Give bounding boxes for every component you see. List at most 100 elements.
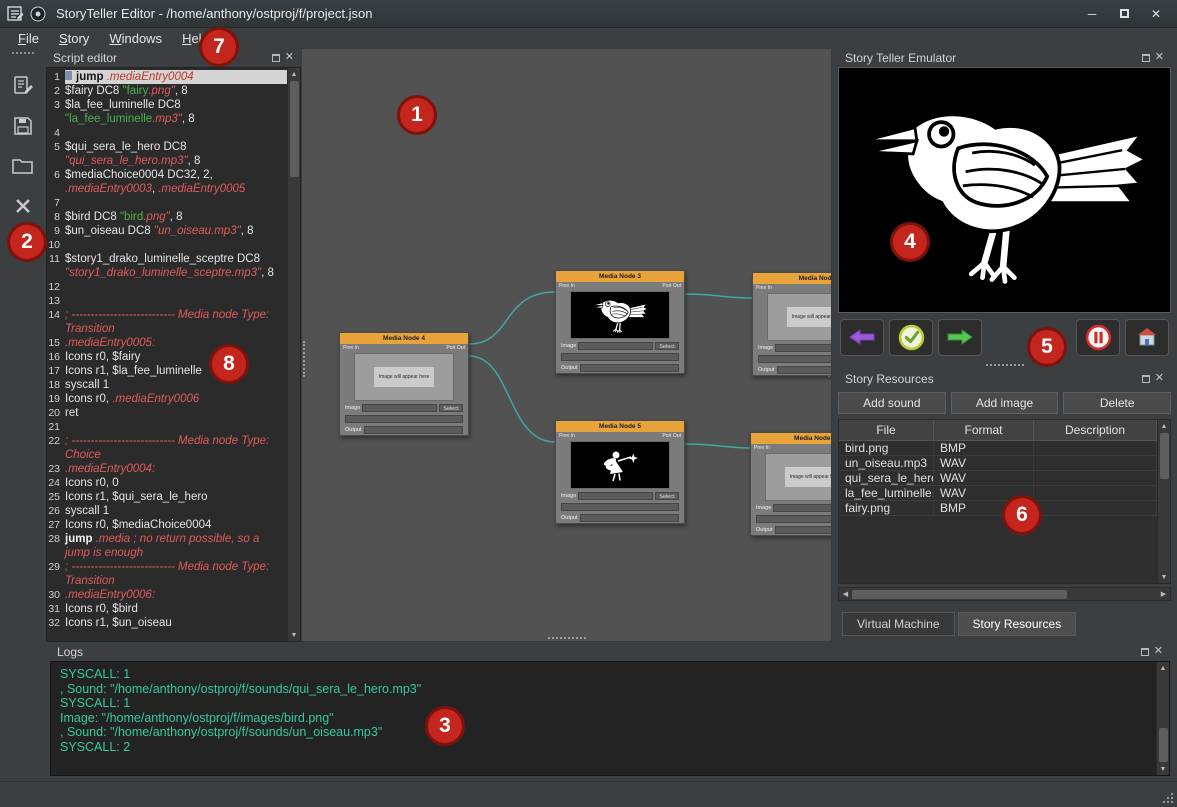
float-panel-icon[interactable] [272, 54, 280, 62]
code-line[interactable]: 16Icons r0, $fairy [47, 350, 287, 364]
media-node[interactable]: Media Node 4Prev InPort OutImage will ap… [339, 332, 469, 436]
add-image-button[interactable]: Add image [951, 392, 1059, 414]
scrollbar-thumb[interactable] [1159, 728, 1168, 762]
code-line[interactable]: 12 [47, 280, 287, 294]
column-header-description[interactable]: Description [1034, 420, 1157, 440]
close-panel-icon[interactable]: ✕ [1154, 647, 1163, 656]
maximize-button[interactable] [1109, 3, 1139, 25]
code-line[interactable]: 25Icons r1, $qui_sera_le_hero [47, 490, 287, 504]
code-line[interactable]: 2$fairy DC8 "fairy.png", 8 [47, 84, 287, 98]
media-node[interactable]: Media NodePrev InPort OutImage will appe… [752, 272, 832, 376]
resources-scrollbar[interactable]: ▲ ▼ [1157, 420, 1170, 583]
delete-button[interactable]: Delete [1063, 392, 1171, 414]
resources-hscrollbar[interactable]: ◀ ▶ [838, 587, 1171, 601]
code-line[interactable]: 10 [47, 238, 287, 252]
code-line[interactable]: 7 [47, 196, 287, 210]
splitter-handle[interactable] [986, 364, 1024, 366]
scroll-up-icon[interactable]: ▲ [1158, 420, 1170, 432]
splitter-handle-bottom[interactable] [548, 637, 586, 639]
code-line[interactable]: 8$bird DC8 "bird.png", 8 [47, 210, 287, 224]
resource-row[interactable]: qui_sera_le_hero.mp3WAV [839, 471, 1157, 486]
code-line[interactable]: 27Icons r0, $mediaChoice0004 [47, 518, 287, 532]
code-line[interactable]: 24Icons r0, 0 [47, 476, 287, 490]
tab-story-resources[interactable]: Story Resources [958, 612, 1077, 636]
home-button[interactable] [1125, 319, 1169, 356]
save-button[interactable] [7, 112, 39, 140]
code-line[interactable]: 9$un_oiseau DC8 "un_oiseau.mp3", 8 [47, 224, 287, 238]
code-line[interactable]: 15.mediaEntry0005: [47, 336, 287, 350]
resource-row[interactable]: la_fee_luminelle.mp3WAV [839, 486, 1157, 501]
back-button[interactable] [840, 319, 884, 356]
resource-row[interactable]: fairy.pngBMP [839, 501, 1157, 516]
open-button[interactable] [7, 152, 39, 180]
media-node[interactable]: Media Node 5Prev InPort OutImageSelectOu… [555, 420, 685, 524]
code-line[interactable]: 30.mediaEntry0006: [47, 588, 287, 602]
media-node[interactable]: Media Node 3Prev InPort OutImageSelectOu… [555, 270, 685, 374]
scrollbar-thumb[interactable] [1160, 433, 1169, 479]
minimize-button[interactable]: ─ [1077, 3, 1107, 25]
title-bar[interactable]: StoryTeller Editor - /home/anthony/ostpr… [0, 0, 1177, 28]
new-script-button[interactable] [7, 72, 39, 100]
scroll-down-icon[interactable]: ▼ [288, 629, 300, 641]
close-panel-icon[interactable]: ✕ [1155, 53, 1164, 62]
close-button[interactable]: ✕ [1141, 3, 1171, 25]
code-line[interactable]: 26syscall 1 [47, 504, 287, 518]
script-editor-code[interactable]: 1jump .mediaEntry00042$fairy DC8 "fairy.… [47, 68, 287, 641]
code-line[interactable]: 29; --------------------------- Media no… [47, 560, 287, 588]
code-line[interactable]: 13 [47, 294, 287, 308]
scroll-down-icon[interactable]: ▼ [1157, 763, 1169, 775]
scrollbar-thumb[interactable] [852, 590, 1067, 599]
code-line[interactable]: 17Icons r1, $la_fee_luminelle [47, 364, 287, 378]
media-node[interactable]: Media Node 6Prev InPort OutImage will ap… [750, 432, 832, 536]
code-line[interactable]: 11$story1_drako_luminelle_sceptre DC8 "s… [47, 252, 287, 280]
column-header-file[interactable]: File [839, 420, 934, 440]
code-line[interactable]: 19Icons r0, .mediaEntry0006 [47, 392, 287, 406]
node-select-button[interactable]: Select [439, 404, 463, 412]
splitter-handle-left[interactable] [303, 341, 305, 377]
code-line[interactable]: 14; --------------------------- Media no… [47, 308, 287, 336]
resource-row[interactable]: bird.pngBMP [839, 441, 1157, 456]
tab-virtual-machine[interactable]: Virtual Machine [842, 612, 955, 636]
code-line[interactable]: 20ret [47, 406, 287, 420]
scroll-up-icon[interactable]: ▲ [1157, 662, 1169, 674]
code-line[interactable]: 21 [47, 420, 287, 434]
code-line[interactable]: 22; --------------------------- Media no… [47, 434, 287, 462]
node-select-button[interactable]: Select [655, 492, 679, 500]
float-panel-icon[interactable] [1142, 375, 1150, 383]
scrollbar-thumb[interactable] [290, 81, 299, 177]
forward-button[interactable] [938, 319, 982, 356]
toolbar-drag-handle[interactable] [12, 52, 34, 54]
pause-button[interactable] [1076, 319, 1120, 356]
resource-row[interactable]: un_oiseau.mp3WAV [839, 456, 1157, 471]
code-line[interactable]: 5$qui_sera_le_hero DC8 "qui_sera_le_hero… [47, 140, 287, 168]
node-select-button[interactable]: Select [655, 342, 679, 350]
accept-button[interactable] [889, 319, 933, 356]
add-sound-button[interactable]: Add sound [838, 392, 946, 414]
code-line[interactable]: 18syscall 1 [47, 378, 287, 392]
script-editor-scrollbar[interactable]: ▲ ▼ [287, 68, 300, 641]
close-project-button[interactable] [7, 192, 39, 220]
code-line[interactable]: 1jump .mediaEntry0004 [47, 70, 287, 84]
scroll-left-icon[interactable]: ◀ [839, 590, 852, 598]
resize-grip[interactable] [1161, 791, 1173, 803]
node-canvas[interactable]: Media Node 4Prev InPort OutImage will ap… [301, 48, 832, 642]
code-line[interactable]: 4 [47, 126, 287, 140]
logs-scrollbar[interactable]: ▲ ▼ [1156, 662, 1169, 775]
column-header-format[interactable]: Format [934, 420, 1034, 440]
code-line[interactable]: 32Icons r1, $un_oiseau [47, 616, 287, 630]
scroll-right-icon[interactable]: ▶ [1157, 590, 1170, 598]
scroll-up-icon[interactable]: ▲ [288, 68, 300, 80]
menu-story[interactable]: Story [51, 30, 97, 47]
float-panel-icon[interactable] [1142, 54, 1150, 62]
code-line[interactable]: 23.mediaEntry0004: [47, 462, 287, 476]
scroll-down-icon[interactable]: ▼ [1158, 571, 1170, 583]
code-line[interactable]: 6$mediaChoice0004 DC32, 2, .mediaEntry00… [47, 168, 287, 196]
code-line[interactable]: 3$la_fee_luminelle DC8 "la_fee_luminelle… [47, 98, 287, 126]
menu-file[interactable]: File [10, 30, 47, 47]
code-line[interactable]: 31Icons r0, $bird [47, 602, 287, 616]
code-line[interactable]: 28jump .media ; no return possible, so a… [47, 532, 287, 560]
menu-windows[interactable]: Windows [101, 30, 170, 47]
close-panel-icon[interactable]: ✕ [285, 53, 294, 62]
close-panel-icon[interactable]: ✕ [1155, 374, 1164, 383]
float-panel-icon[interactable] [1141, 648, 1149, 656]
